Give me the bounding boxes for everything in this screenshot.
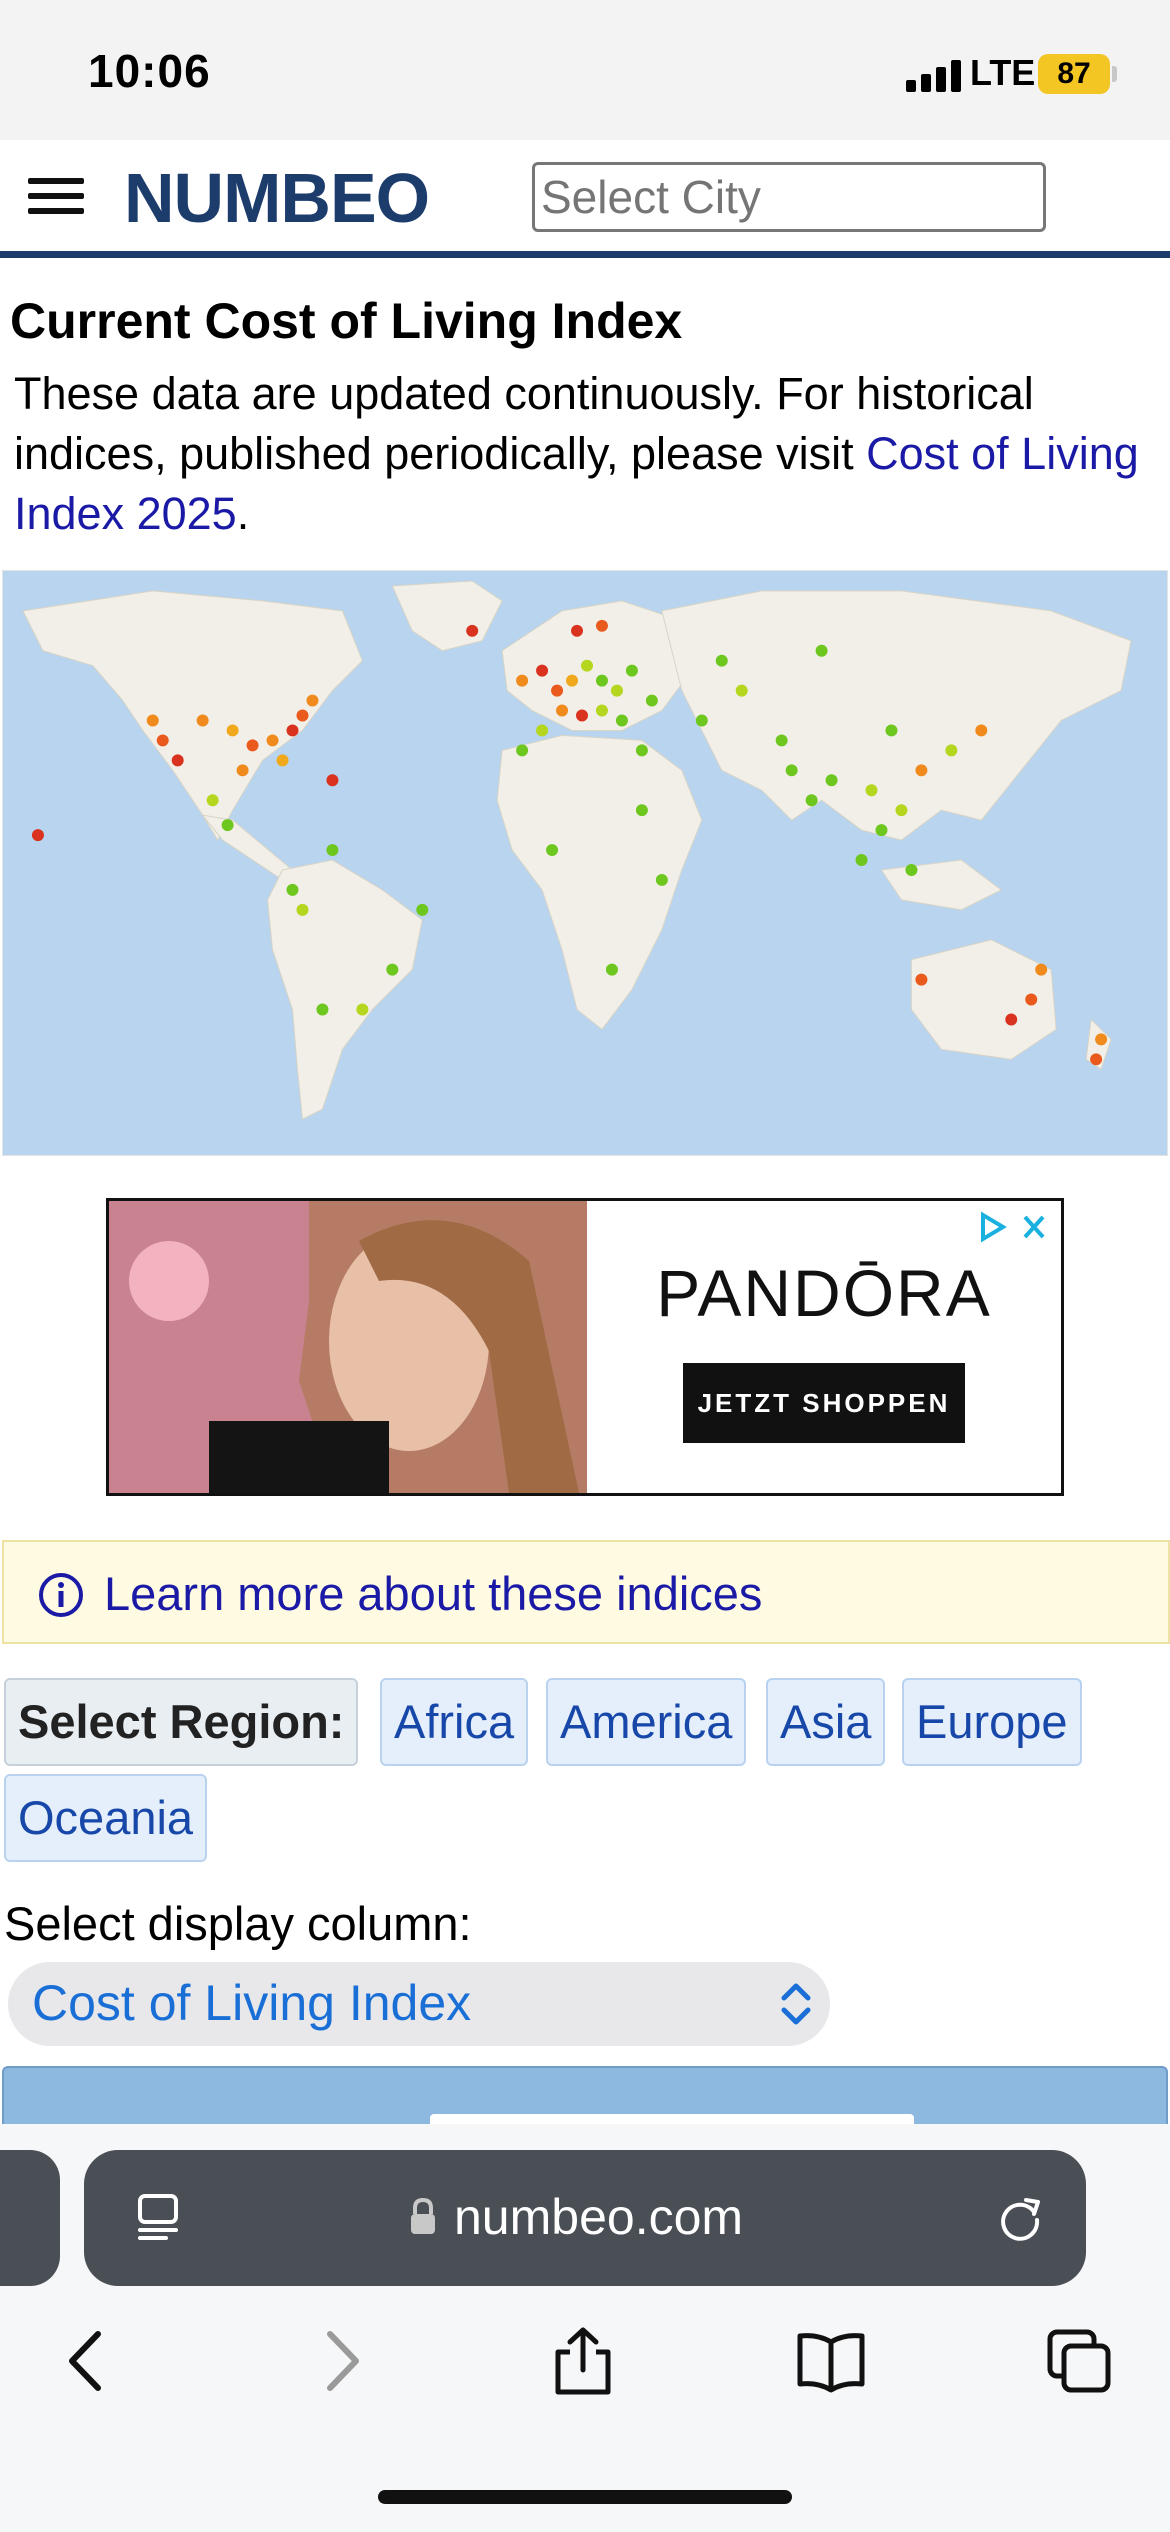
bookmarks-icon[interactable] (796, 2326, 866, 2396)
region-europe[interactable]: Europe (902, 1678, 1082, 1766)
network-label: LTE (970, 52, 1036, 93)
world-map-svg[interactable] (3, 571, 1167, 1155)
learn-more-link[interactable]: Learn more about these indices (104, 1566, 762, 1621)
home-indicator (378, 2490, 792, 2504)
world-map[interactable] (2, 570, 1168, 1156)
display-column-value: Cost of Living Index (32, 1975, 472, 2031)
ad-brand: PANDŌRA (656, 1256, 992, 1330)
ad-photo (109, 1201, 587, 1493)
reload-icon[interactable] (994, 2192, 1046, 2244)
shop-now-button[interactable]: JETZT SHOPPEN (683, 1363, 965, 1443)
region-oceania[interactable]: Oceania (4, 1774, 208, 1862)
signal-icon (906, 58, 964, 92)
chevron-updown-icon (781, 1983, 811, 2025)
battery-level: 87 (1057, 57, 1091, 90)
page-title: Current Cost of Living Index (10, 293, 683, 349)
lock-icon (411, 2197, 435, 2234)
numbeo-logo[interactable]: NUMBEO (124, 158, 430, 238)
region-asia[interactable]: Asia (766, 1678, 886, 1766)
status-time: 10:06 (88, 45, 211, 97)
battery-tip (1112, 66, 1117, 82)
page-menu-icon[interactable] (134, 2192, 182, 2244)
status-bar: 10:06 LTE 87 (0, 0, 1170, 140)
share-icon[interactable] (548, 2326, 618, 2396)
region-america[interactable]: America (546, 1678, 747, 1766)
site-header: NUMBEO (0, 140, 1170, 258)
back-icon[interactable] (52, 2326, 122, 2396)
info-icon (39, 1573, 83, 1617)
intro-text: These data are updated continuously. For… (14, 364, 1154, 544)
display-column-select[interactable]: Cost of Living Index (8, 1962, 830, 2046)
display-column-label: Select display column: (4, 1897, 472, 1950)
info-box: Learn more about these indices (2, 1540, 1170, 1644)
menu-icon[interactable] (28, 178, 84, 218)
intro-end: . (236, 488, 250, 539)
select-region-label: Select Region: (4, 1678, 359, 1766)
tabs-icon[interactable] (1044, 2326, 1114, 2396)
city-search-input[interactable] (532, 162, 1046, 232)
region-africa[interactable]: Africa (380, 1678, 529, 1766)
ad-choices-icon[interactable] (963, 1207, 1053, 1247)
previous-tab-preview[interactable] (0, 2150, 60, 2286)
pandora-advertisement[interactable]: PANDŌRA JETZT SHOPPEN (106, 1198, 1064, 1496)
url-domain: numbeo.com (454, 2189, 744, 2245)
forward-icon[interactable] (306, 2326, 376, 2396)
battery-icon: 87 (1038, 54, 1110, 94)
